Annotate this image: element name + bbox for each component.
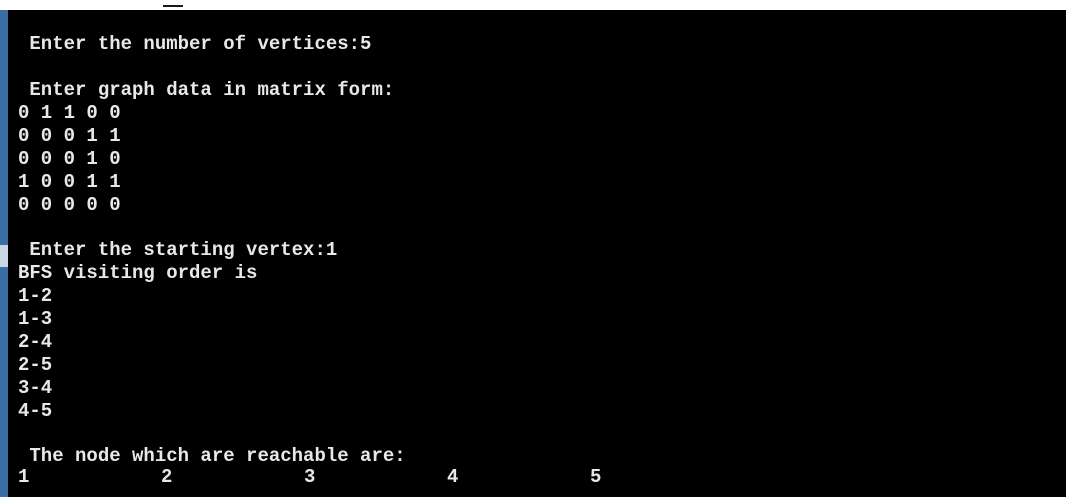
matrix-row: 0 0 0 0 0 [18,194,121,216]
bfs-edge-line: 1-3 [18,308,53,330]
reachable-header-line: The node which are reachable are: [18,445,406,467]
matrix-row: 0 1 1 0 0 [18,102,121,124]
matrix-row: 0 0 0 1 1 [18,125,121,147]
prompt-vertices-line: Enter the number of vertices:5 [18,33,372,55]
reachable-node: 2 [161,466,173,488]
bfs-edge-line: 1-2 [18,285,53,307]
reachable-nodes-row: 1 2 3 4 5 [18,466,658,489]
console-window: Enter the number of vertices:5 Enter gra… [0,0,1075,497]
cursor-mark [163,5,183,7]
matrix-row: 1 0 0 1 1 [18,171,121,193]
reachable-node: 5 [590,466,602,488]
prompt-matrix-line: Enter graph data in matrix form: [18,79,395,101]
prompt-start-vertex-line: Enter the starting vertex:1 [18,239,338,261]
scroll-marker [0,245,8,267]
terminal-output[interactable]: Enter the number of vertices:5 Enter gra… [8,10,1066,497]
matrix-row: 0 0 0 1 0 [18,148,121,170]
reachable-node: 1 [18,466,30,488]
bfs-edge-line: 2-5 [18,354,53,376]
window-left-edge [0,10,8,497]
reachable-node: 3 [304,466,316,488]
reachable-node: 4 [447,466,459,488]
window-top-strip [0,0,1075,10]
bfs-header-line: BFS visiting order is [18,262,258,284]
bfs-edge-line: 2-4 [18,331,53,353]
window-right-edge [1066,10,1075,497]
bfs-edge-line: 4-5 [18,400,53,422]
bfs-edge-line: 3-4 [18,377,53,399]
